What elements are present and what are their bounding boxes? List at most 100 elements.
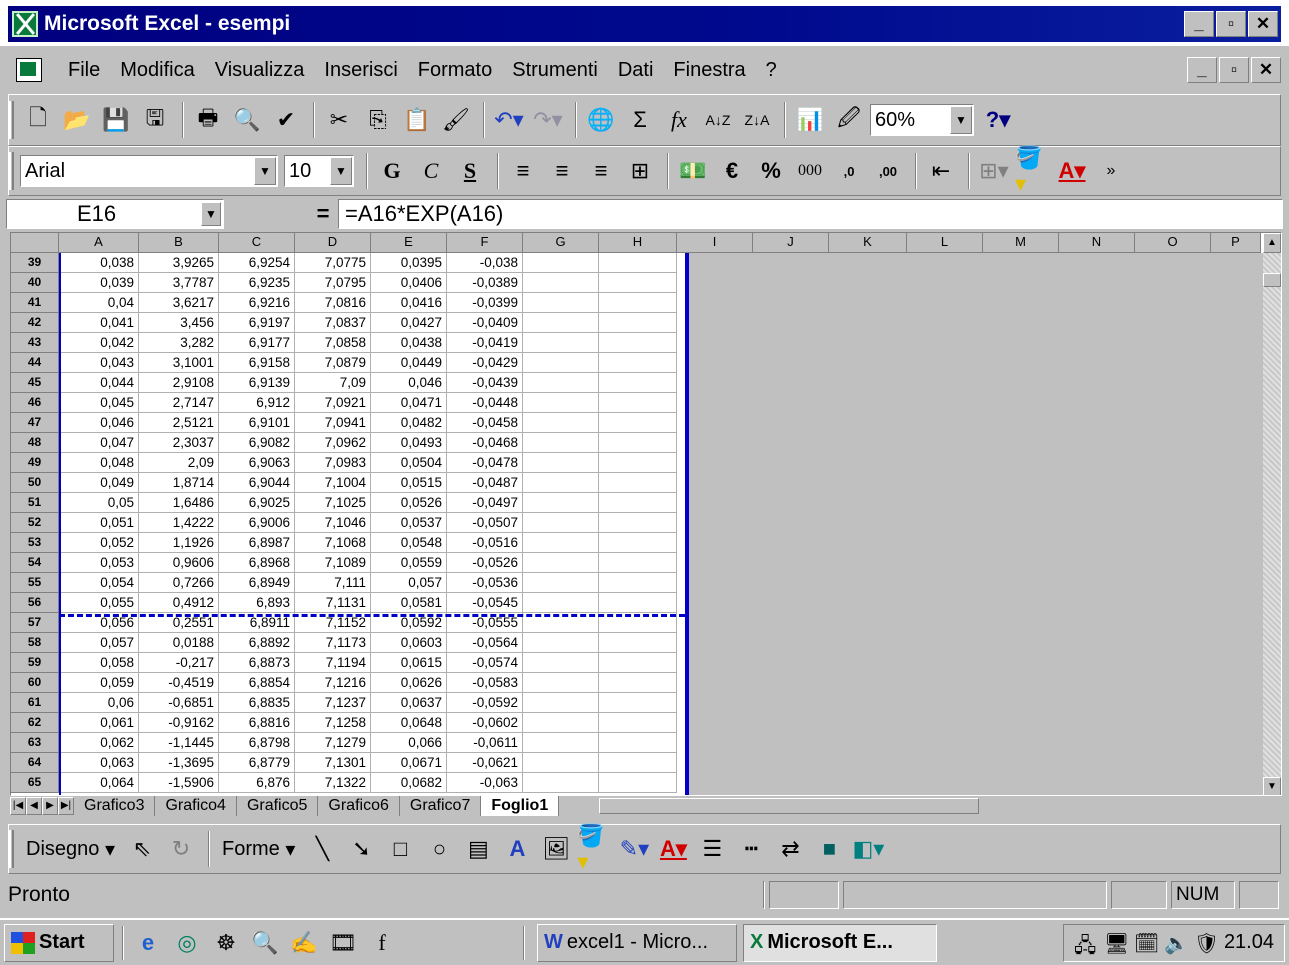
cell-e[interactable]: 0,0637 — [371, 693, 447, 713]
borders-icon[interactable]: ⊞▾ — [976, 153, 1012, 189]
cell-b[interactable]: 3,1001 — [139, 353, 219, 373]
line-style-icon[interactable]: ☰ — [694, 831, 730, 867]
cell-a[interactable]: 0,038 — [59, 253, 139, 273]
cell-f[interactable]: -0,0439 — [447, 373, 523, 393]
cell-f[interactable]: -0,0448 — [447, 393, 523, 413]
scroll-up-icon[interactable]: ▲ — [1263, 233, 1281, 253]
cell-c[interactable]: 6,8873 — [219, 653, 295, 673]
cell-c[interactable]: 6,9158 — [219, 353, 295, 373]
cell-d[interactable]: 7,0921 — [295, 393, 371, 413]
row-header[interactable]: 64 — [11, 753, 59, 773]
decrease-indent-icon[interactable]: ⇤ — [923, 153, 959, 189]
cell-g[interactable] — [523, 453, 599, 473]
sort-descending-icon[interactable]: Z↓A — [739, 102, 775, 138]
cell-f[interactable]: -0,0564 — [447, 633, 523, 653]
row-header[interactable]: 65 — [11, 773, 59, 793]
cell-b[interactable]: 2,7147 — [139, 393, 219, 413]
cell-c[interactable]: 6,9044 — [219, 473, 295, 493]
cell-e[interactable]: 0,0537 — [371, 513, 447, 533]
menu-visualizza[interactable]: Visualizza — [205, 59, 315, 82]
column-header-g[interactable]: G — [523, 233, 599, 253]
cell-e[interactable]: 0,0504 — [371, 453, 447, 473]
excel-app-icon[interactable] — [12, 11, 38, 37]
cell-e[interactable]: 0,0482 — [371, 413, 447, 433]
close-button[interactable]: ✕ — [1248, 11, 1278, 37]
channels-icon[interactable]: ☸ — [208, 925, 244, 961]
cell-d[interactable]: 7,1068 — [295, 533, 371, 553]
cell-f[interactable]: -0,0458 — [447, 413, 523, 433]
align-right-icon[interactable]: ≡ — [583, 153, 619, 189]
task-scheduler-icon[interactable]: 🗓 — [1134, 931, 1159, 955]
cell-f[interactable]: -0,0399 — [447, 293, 523, 313]
column-header-h[interactable]: H — [599, 233, 677, 253]
cell-f[interactable]: -0,0409 — [447, 313, 523, 333]
cell-g[interactable] — [523, 433, 599, 453]
cell-d[interactable]: 7,1131 — [295, 593, 371, 613]
cell-h[interactable] — [599, 553, 677, 573]
clipart-icon[interactable]: 🖼 — [538, 831, 574, 867]
cell-h[interactable] — [599, 273, 677, 293]
cell-b[interactable]: 3,6217 — [139, 293, 219, 313]
cell-e[interactable]: 0,0526 — [371, 493, 447, 513]
cell-a[interactable]: 0,041 — [59, 313, 139, 333]
format-painter-icon[interactable]: 🖌 — [438, 102, 474, 138]
align-center-icon[interactable]: ≡ — [544, 153, 580, 189]
cell-b[interactable]: 2,3037 — [139, 433, 219, 453]
name-box[interactable]: E16 ▼ — [6, 199, 224, 229]
cell-f[interactable]: -0,0507 — [447, 513, 523, 533]
toolbar-grip[interactable] — [9, 152, 14, 190]
row-header[interactable]: 55 — [11, 573, 59, 593]
currency-icon[interactable]: 💵 — [675, 153, 711, 189]
dash-style-icon[interactable]: ┅ — [733, 831, 769, 867]
cell-a[interactable]: 0,059 — [59, 673, 139, 693]
cell-c[interactable]: 6,8798 — [219, 733, 295, 753]
vertical-scrollbar[interactable]: ▲ ▼ — [1263, 233, 1281, 795]
menu-finestra[interactable]: Finestra — [663, 59, 755, 82]
cell-g[interactable] — [523, 653, 599, 673]
cell-b[interactable]: 1,8714 — [139, 473, 219, 493]
cell-a[interactable]: 0,042 — [59, 333, 139, 353]
cell-a[interactable]: 0,053 — [59, 553, 139, 573]
cell-b[interactable]: 0,0188 — [139, 633, 219, 653]
row-header[interactable]: 43 — [11, 333, 59, 353]
edit-formula-button[interactable]: = — [308, 201, 338, 227]
cell-g[interactable] — [523, 713, 599, 733]
cell-d[interactable]: 7,09 — [295, 373, 371, 393]
next-sheet-icon[interactable]: ▶ — [42, 797, 58, 815]
thousands-button[interactable]: 000 — [792, 153, 828, 189]
cell-d[interactable]: 7,0879 — [295, 353, 371, 373]
cell-h[interactable] — [599, 293, 677, 313]
cell-b[interactable]: 3,7787 — [139, 273, 219, 293]
minimize-button[interactable]: _ — [1184, 11, 1214, 37]
cell-b[interactable]: 0,7266 — [139, 573, 219, 593]
cell-h[interactable] — [599, 253, 677, 273]
cell-e[interactable]: 0,0438 — [371, 333, 447, 353]
decrease-decimal-button[interactable]: ,00 — [870, 153, 906, 189]
display-icon[interactable]: 🖥 — [1104, 931, 1129, 955]
cell-e[interactable]: 0,0427 — [371, 313, 447, 333]
cell-c[interactable]: 6,8816 — [219, 713, 295, 733]
cell-g[interactable] — [523, 293, 599, 313]
cell-h[interactable] — [599, 393, 677, 413]
textbox-icon[interactable]: ▤ — [460, 831, 496, 867]
column-header-m[interactable]: M — [983, 233, 1059, 253]
row-header[interactable]: 51 — [11, 493, 59, 513]
draw-menu-button[interactable]: Disegno ▾ — [20, 831, 121, 867]
cell-g[interactable] — [523, 633, 599, 653]
menu-inserisci[interactable]: Inserisci — [314, 59, 407, 82]
cell-b[interactable]: 0,4912 — [139, 593, 219, 613]
cell-a[interactable]: 0,044 — [59, 373, 139, 393]
cell-g[interactable] — [523, 353, 599, 373]
cell-b[interactable]: 1,1926 — [139, 533, 219, 553]
cell-c[interactable]: 6,9254 — [219, 253, 295, 273]
fill-color-icon[interactable]: 🪣▾ — [577, 823, 613, 874]
cell-a[interactable]: 0,039 — [59, 273, 139, 293]
row-header[interactable]: 48 — [11, 433, 59, 453]
chevron-down-icon[interactable]: ▼ — [201, 202, 221, 226]
cell-g[interactable] — [523, 333, 599, 353]
cell-b[interactable]: 3,9265 — [139, 253, 219, 273]
cell-g[interactable] — [523, 733, 599, 753]
cell-c[interactable]: 6,9177 — [219, 333, 295, 353]
cell-f[interactable]: -0,0419 — [447, 333, 523, 353]
merge-center-icon[interactable]: ⊞ — [622, 153, 658, 189]
